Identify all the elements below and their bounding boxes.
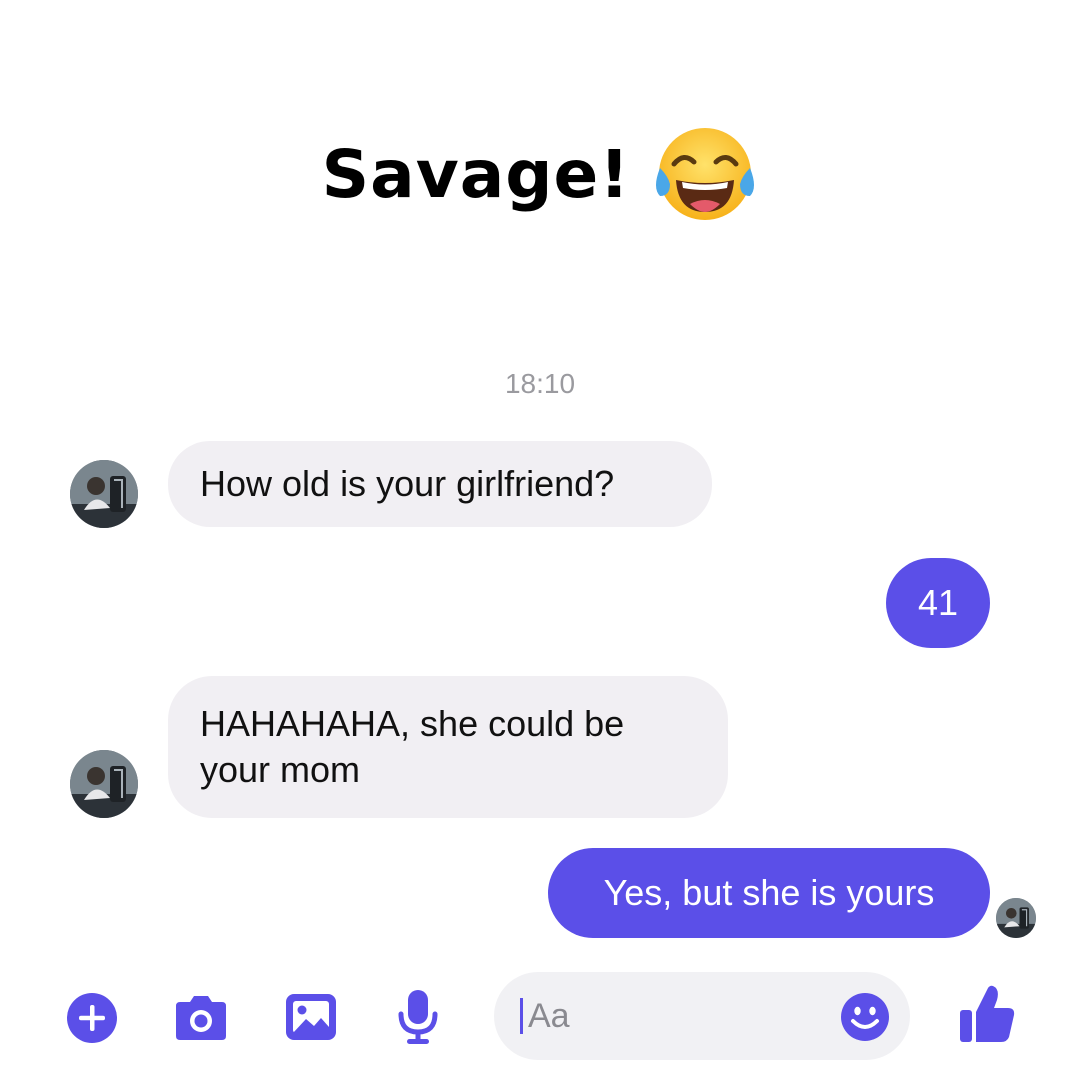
contact-photo-icon: [996, 898, 1036, 938]
contact-avatar[interactable]: [70, 750, 138, 818]
incoming-message-bubble[interactable]: How old is your girlfriend?: [168, 441, 712, 527]
message-text: How old is your girlfriend?: [200, 463, 615, 504]
contact-photo-icon: [70, 750, 138, 818]
contact-avatar[interactable]: [70, 460, 138, 528]
message-composer[interactable]: [494, 972, 910, 1060]
gallery-icon[interactable]: [284, 992, 338, 1042]
caption-text: Savage!: [321, 135, 631, 213]
message-text: Yes, but she is yours: [603, 872, 935, 913]
microphone-icon[interactable]: [396, 988, 440, 1046]
incoming-message-bubble[interactable]: HAHAHAHA, she could be your mom: [168, 676, 728, 818]
outgoing-message-bubble[interactable]: Yes, but she is yours: [548, 848, 990, 938]
read-receipt-avatar: [996, 898, 1036, 938]
thumbs-up-icon[interactable]: [958, 984, 1016, 1044]
outgoing-message-bubble[interactable]: 41: [886, 558, 990, 648]
tears-of-joy-emoji-icon: [656, 128, 755, 220]
contact-photo-icon: [70, 460, 138, 528]
plus-circle-icon[interactable]: [66, 992, 118, 1044]
message-input[interactable]: [528, 994, 828, 1038]
caption: Savage!: [0, 126, 1080, 222]
message-timestamp: 18:10: [504, 368, 576, 399]
message-text: HAHAHAHA, she could be your mom: [200, 703, 625, 790]
message-text: 41: [917, 582, 959, 623]
text-caret: [520, 998, 523, 1034]
smiley-icon[interactable]: [840, 992, 890, 1042]
camera-icon[interactable]: [172, 994, 230, 1042]
